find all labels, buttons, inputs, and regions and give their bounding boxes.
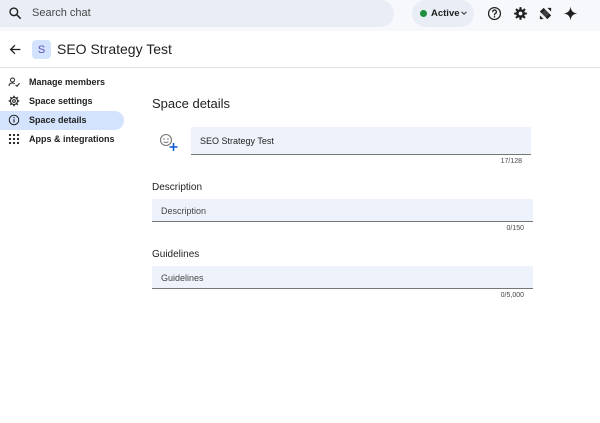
sidebar-item-manage-members[interactable]: Manage members: [0, 73, 124, 92]
manage-members-icon: [8, 77, 20, 87]
guidelines-input[interactable]: Guidelines: [152, 266, 533, 289]
settings-icon[interactable]: [513, 6, 528, 21]
sidebar-item-label: Manage members: [29, 77, 106, 87]
status-dot: [420, 10, 427, 17]
apps-launcher-icon[interactable]: [538, 6, 553, 21]
space-name-input[interactable]: SEO Strategy Test: [191, 127, 531, 155]
description-input[interactable]: Description: [152, 199, 533, 222]
gemini-sparkle-icon[interactable]: [563, 6, 578, 21]
space-avatar: S: [32, 40, 51, 59]
guidelines-label: Guidelines: [152, 249, 200, 260]
info-icon: [8, 114, 20, 126]
guidelines-placeholder: Guidelines: [161, 273, 204, 283]
page-title: Space details: [152, 96, 231, 111]
grid-apps-icon: [8, 133, 20, 145]
status-dropdown[interactable]: Active: [412, 0, 474, 27]
space-header: S SEO Strategy Test: [0, 31, 600, 68]
sidebar-item-label: Apps & integrations: [29, 134, 115, 144]
description-character-counter: 0/150: [506, 225, 524, 232]
gear-icon: [8, 95, 20, 107]
search-icon: [9, 7, 22, 20]
space-name-title: SEO Strategy Test: [57, 41, 172, 57]
help-icon[interactable]: [487, 6, 502, 21]
guidelines-character-counter: 0/5,000: [500, 292, 524, 299]
name-character-counter: 17/128: [500, 158, 522, 165]
description-placeholder: Description: [161, 206, 207, 216]
sidebar-item-label: Space details: [29, 115, 87, 125]
status-label: Active: [431, 8, 460, 19]
sidebar-item-space-settings[interactable]: Space settings: [0, 92, 124, 111]
chevron-down-icon: [461, 11, 467, 15]
sidebar-item-label: Space settings: [29, 96, 93, 106]
search-placeholder: Search chat: [32, 7, 91, 19]
description-label: Description: [152, 182, 203, 193]
search-bar[interactable]: Search chat: [0, 0, 394, 27]
top-bar: Search chat Active: [0, 0, 600, 31]
add-emoji-icon[interactable]: [153, 127, 183, 155]
space-name-value: SEO Strategy Test: [200, 136, 274, 146]
back-arrow-icon[interactable]: [9, 43, 22, 56]
sidebar-item-apps-integrations[interactable]: Apps & integrations: [0, 130, 124, 149]
sidebar-item-space-details[interactable]: Space details: [0, 111, 124, 130]
